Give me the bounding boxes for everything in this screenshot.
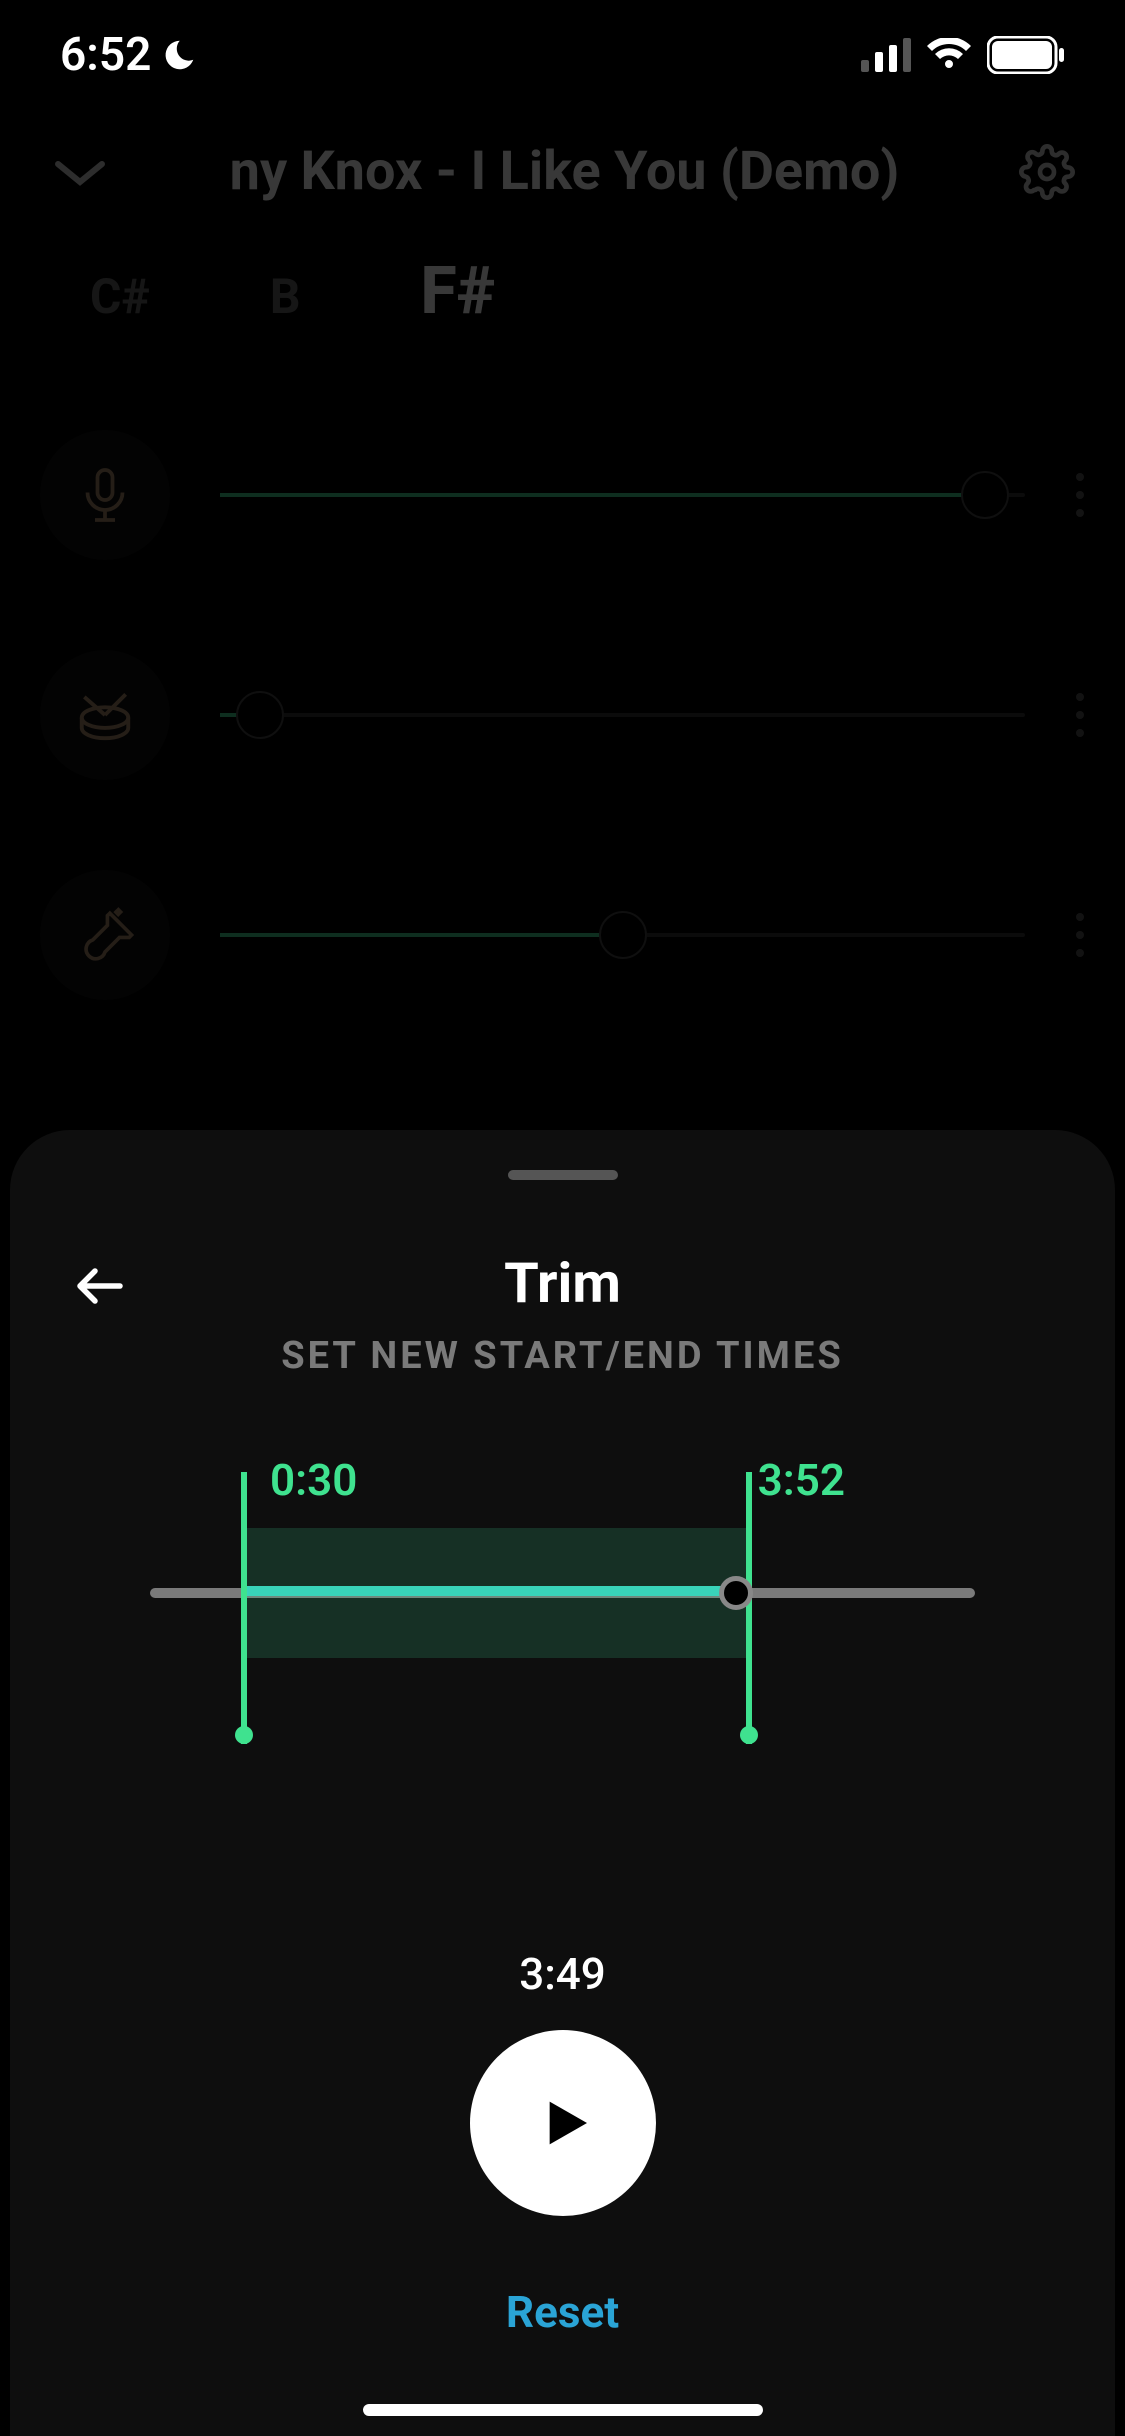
sheet-title: Trim	[10, 1250, 1115, 1316]
do-not-disturb-icon	[161, 37, 197, 73]
play-button[interactable]	[470, 2030, 656, 2216]
more-dots-icon	[1075, 473, 1085, 517]
trim-sheet: Trim SET NEW START/END TIMES 0:30 3:52 3…	[10, 1130, 1115, 2436]
drum-icon	[40, 650, 170, 780]
trim-end-handle-tail[interactable]	[746, 1658, 752, 1744]
status-time: 6:52	[60, 28, 151, 82]
drums-slider	[220, 713, 1025, 717]
sheet-grabber[interactable]	[508, 1170, 618, 1180]
status-bar: 6:52	[0, 0, 1125, 110]
battery-icon	[987, 36, 1065, 74]
chevron-down-icon	[50, 152, 110, 192]
more-dots-icon	[1075, 693, 1085, 737]
trim-start-handle-tail[interactable]	[241, 1658, 247, 1744]
key-chord-3-active: F#	[420, 253, 495, 330]
current-play-time: 3:49	[10, 1948, 1115, 2000]
trim-start-time: 0:30	[270, 1454, 357, 1506]
trim-end-handle[interactable]	[746, 1472, 752, 1528]
guitar-slider	[220, 933, 1025, 937]
guitar-icon	[40, 870, 170, 1000]
key-chord-1: C#	[90, 268, 150, 325]
status-time-group: 6:52	[60, 28, 197, 82]
sheet-subtitle: SET NEW START/END TIMES	[10, 1334, 1115, 1378]
background-dimmed-content: ny Knox - I Like You (Demo) C# B F#	[0, 110, 1125, 1110]
trim-start-handle[interactable]	[241, 1472, 247, 1528]
more-dots-icon	[1075, 913, 1085, 957]
playhead[interactable]	[719, 1576, 753, 1610]
trim-end-time: 3:52	[758, 1454, 845, 1506]
gear-icon	[1019, 144, 1075, 200]
reset-button[interactable]: Reset	[10, 2286, 1115, 2338]
cellular-signal-icon	[861, 38, 911, 72]
key-chord-2: B	[270, 268, 301, 325]
status-right-group	[861, 36, 1065, 74]
mic-icon	[40, 430, 170, 560]
vocals-slider	[220, 493, 1025, 497]
arrow-left-icon	[70, 1256, 130, 1316]
trim-timeline[interactable]: 0:30 3:52	[150, 1468, 975, 1728]
trim-selected-region[interactable]	[241, 1528, 753, 1658]
back-button[interactable]	[70, 1256, 130, 1316]
song-title: ny Knox - I Like You (Demo)	[110, 140, 1019, 203]
wifi-icon	[925, 38, 973, 72]
home-indicator[interactable]	[363, 2404, 763, 2416]
play-icon	[531, 2091, 595, 2155]
